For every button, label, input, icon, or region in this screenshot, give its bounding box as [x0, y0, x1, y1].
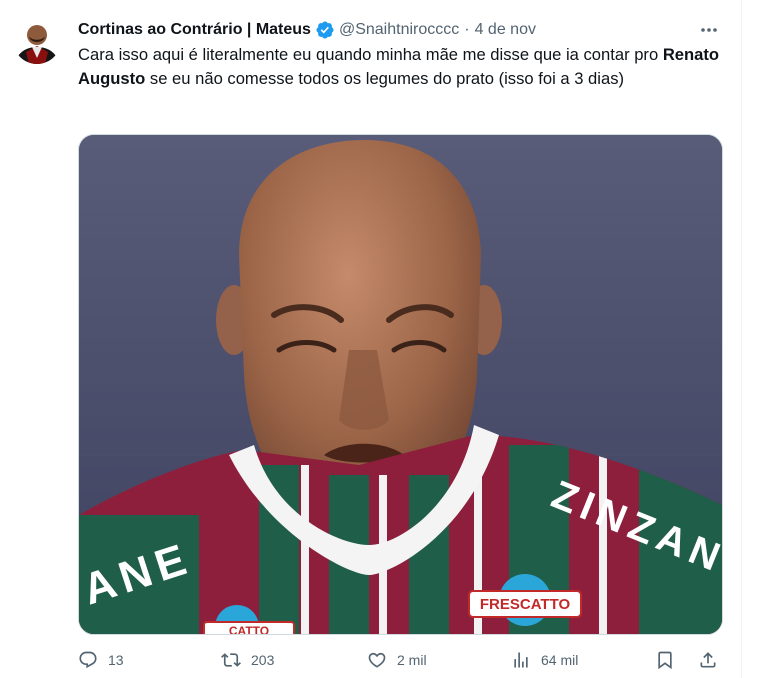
views-button[interactable]: 64 mil — [511, 647, 578, 673]
reply-icon — [79, 651, 97, 669]
retweet-icon — [221, 653, 241, 667]
more-icon[interactable] — [697, 18, 721, 42]
author-display-name[interactable]: Cortinas ao Contrário | Mateus — [78, 21, 311, 39]
views-count: 64 mil — [541, 652, 579, 668]
tweet-date[interactable]: 4 de nov — [475, 21, 536, 39]
sponsor-text: FRESCATTO — [480, 596, 571, 613]
tweet-header: Cortinas ao Contrário | Mateus @Snaihtni… — [78, 18, 736, 42]
views-icon — [514, 652, 528, 668]
bookmark-button[interactable] — [655, 647, 675, 673]
retweet-count: 203 — [251, 652, 275, 668]
share-icon — [700, 652, 716, 668]
reply-button[interactable]: 13 — [78, 647, 124, 673]
tweet-actions-bar: 13 203 2 mil 64 mil — [78, 647, 723, 673]
retweet-button[interactable]: 203 — [221, 647, 274, 673]
reply-count: 13 — [108, 652, 124, 668]
tweet-media-image[interactable]: ANE ZINZAN FRESCATTO CATTO — [78, 134, 723, 635]
tweet-text-part2: se eu não comesse todos os legumes do pr… — [145, 69, 625, 88]
like-icon — [368, 652, 386, 668]
bookmark-icon — [658, 651, 672, 670]
like-button[interactable]: 2 mil — [367, 647, 427, 673]
timeline-divider — [741, 0, 742, 678]
tweet-card: Cortinas ao Contrário | Mateus @Snaihtni… — [0, 0, 766, 678]
like-count: 2 mil — [397, 652, 427, 668]
author-handle[interactable]: @Snaihtnirocccc — [339, 21, 459, 39]
verified-badge-icon — [315, 20, 335, 40]
tweet-text-part1: Cara isso aqui é literalmente eu quando … — [78, 45, 663, 64]
sponsor-text-partial: CATTO — [229, 624, 269, 634]
separator-dot: · — [464, 21, 470, 38]
tweet-text: Cara isso aqui é literalmente eu quando … — [78, 43, 723, 91]
avatar[interactable] — [13, 16, 61, 64]
media-illustration: ANE ZINZAN FRESCATTO CATTO — [79, 135, 722, 634]
share-button[interactable] — [698, 647, 718, 673]
